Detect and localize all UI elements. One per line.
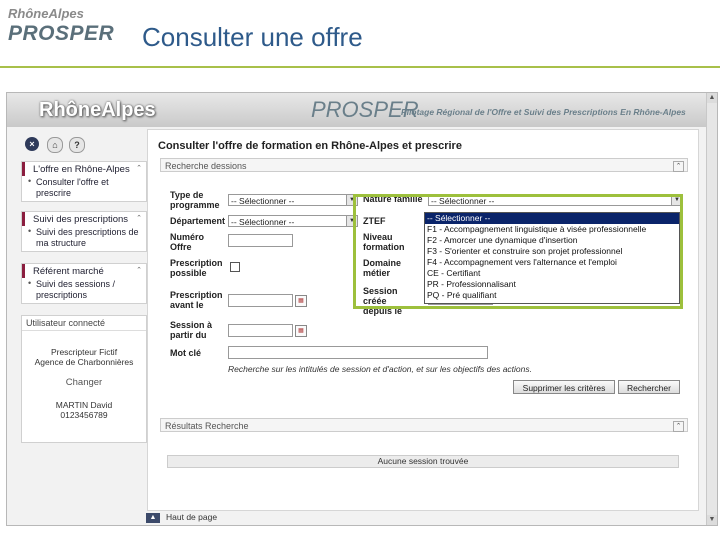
nature-option[interactable]: PQ - Pré qualifiant (425, 290, 679, 301)
sidebar-item-consult-offer[interactable]: Consulter l'offre et prescrire (22, 176, 146, 201)
offer-number-input[interactable] (228, 234, 293, 247)
app-banner: RhôneAlpes PROSPER Pilotage Régional de … (7, 93, 707, 127)
keyword-input[interactable] (228, 346, 488, 359)
department-label: Département (170, 216, 226, 226)
keyword-hint: Recherche sur les intitulés de session e… (228, 364, 532, 374)
change-user-link[interactable]: Changer (22, 377, 146, 388)
collapse-icon[interactable]: ⌃ (673, 161, 684, 172)
sidebar-panel-market-title[interactable]: Référent marché ⌃ (22, 264, 146, 278)
search-button[interactable]: Rechercher (618, 380, 680, 394)
sidebar-item-my-prescriptions[interactable]: Suivi des prescriptions de ma structure (22, 226, 146, 251)
scroll-up-icon[interactable]: ▲ (707, 93, 717, 103)
program-type-select[interactable]: -- Sélectionner -- ▼ (228, 194, 358, 206)
prescription-before-label: Prescription avant le (170, 290, 223, 310)
sidebar-panel-title-label: L'offre en Rhône-Alpes (33, 164, 130, 175)
calendar-icon[interactable]: ▦ (295, 295, 307, 307)
program-type-value: -- Sélectionner -- (231, 196, 295, 206)
collapse-icon[interactable]: ⌃ (136, 266, 142, 274)
collapse-icon[interactable]: ⌃ (136, 164, 142, 172)
sidebar-panel-prescriptions: Suivi des prescriptions ⌃ Suivi des presc… (21, 211, 147, 252)
home-icon[interactable]: ⌂ (47, 137, 63, 153)
sidebar-item-sessions[interactable]: Suivi des sessions / prescriptions (22, 278, 146, 303)
calendar-icon[interactable]: ▦ (295, 325, 307, 337)
page-title: Consulter l'offre de formation en Rhône-… (158, 140, 462, 152)
search-section-label: Recherche dessions (165, 161, 247, 171)
slide-title: Consulter une offre (142, 22, 363, 52)
back-to-top-link[interactable]: Haut de page (166, 512, 217, 522)
session-from-input[interactable] (228, 324, 293, 337)
prescription-before-input[interactable] (228, 294, 293, 307)
nature-option[interactable]: F4 - Accompagnement vers l'alternance et… (425, 257, 679, 268)
contact-name: MARTIN David (55, 400, 113, 410)
clear-criteria-button[interactable]: Supprimer les critères (513, 380, 615, 394)
collapse-icon[interactable]: ⌃ (673, 421, 684, 432)
collapse-icon[interactable]: ⌃ (136, 214, 142, 222)
app-window: RhôneAlpes PROSPER Pilotage Régional de … (6, 92, 718, 526)
banner-subtitle: Pilotage Régional de l'Offre et Suivi de… (401, 107, 686, 117)
prescription-checkbox[interactable] (230, 262, 240, 272)
nature-option[interactable]: -- Sélectionner -- (425, 213, 679, 224)
no-results-message: Aucune session trouvée (167, 455, 679, 468)
help-icon[interactable]: ? (69, 137, 85, 153)
user-panel-title: Utilisateur connecté (22, 316, 146, 331)
session-from-label: Session à partir du (170, 320, 213, 340)
main-content: Consulter l'offre de formation en Rhône-… (147, 129, 699, 511)
nature-option[interactable]: PR - Professionnalisant (425, 279, 679, 290)
offer-number-label: Numéro Offre (170, 232, 205, 252)
banner-region-logo: RhôneAlpes (39, 99, 156, 121)
nature-option[interactable]: F2 - Amorcer une dynamique d'insertion (425, 235, 679, 246)
user-panel: Utilisateur connecté Prescripteur Fictif… (21, 315, 147, 443)
scroll-down-icon[interactable]: ▼ (707, 515, 717, 525)
slide-divider (0, 66, 720, 68)
keyword-label: Mot clé (170, 348, 202, 358)
back-to-top-icon[interactable]: ▲ (146, 513, 160, 523)
search-section-header[interactable]: Recherche dessions ⌃ (160, 158, 688, 172)
sidebar-panel-offer-title[interactable]: L'offre en Rhône-Alpes ⌃ (22, 162, 146, 176)
slide-prosper-logo: PROSPER (8, 22, 115, 45)
department-select[interactable]: -- Sélectionner -- ▼ (228, 215, 358, 227)
sidebar-panel-market: Référent marché ⌃ Suivi des sessions / pr… (21, 263, 147, 304)
vertical-scrollbar[interactable]: ▲ ▼ (706, 93, 717, 525)
user-name: Prescripteur Fictif (50, 347, 118, 357)
prescription-label: Prescription possible (170, 258, 223, 278)
close-icon[interactable]: × (25, 137, 39, 151)
sidebar-panel-offer: L'offre en Rhône-Alpes ⌃ Consulter l'offr… (21, 161, 147, 202)
nature-option[interactable]: F3 - S'orienter et construire son projet… (425, 246, 679, 257)
user-agency: Agence de Charbonnières (34, 357, 134, 367)
nature-dropdown-list[interactable]: -- Sélectionner -- F1 - Accompagnement l… (424, 212, 680, 304)
sidebar-panel-prescriptions-title[interactable]: Suivi des prescriptions ⌃ (22, 212, 146, 226)
department-value: -- Sélectionner -- (231, 217, 295, 227)
results-section-label: Résultats Recherche (165, 421, 249, 431)
slide-header: RhôneAlpes PROSPER Consulter une offre (0, 0, 720, 68)
sidebar-panel-title-label: Suivi des prescriptions (33, 214, 129, 225)
sidebar-panel-title-label: Référent marché (33, 266, 104, 277)
slide-region-logo: RhôneAlpes (8, 6, 84, 21)
contact-phone: 0123456789 (60, 410, 108, 420)
results-section-header[interactable]: Résultats Recherche ⌃ (160, 418, 688, 432)
nature-option[interactable]: CE - Certifiant (425, 268, 679, 279)
nature-option[interactable]: F1 - Accompagnement linguistique à visée… (425, 224, 679, 235)
program-type-label: Type de programme (170, 190, 220, 210)
